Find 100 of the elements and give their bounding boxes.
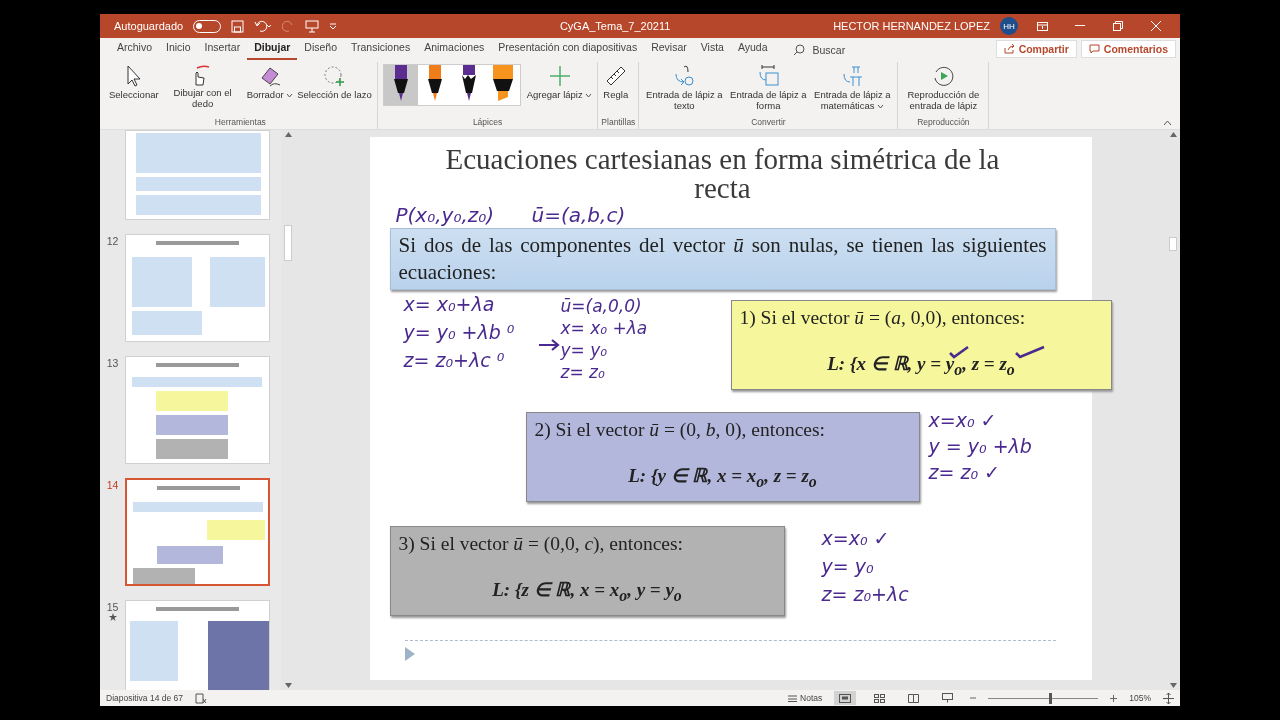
group-label: Reproducción bbox=[916, 117, 971, 129]
slide-number: 12 bbox=[106, 235, 119, 247]
user-name: HECTOR HERNANDEZ LOPEZ bbox=[833, 20, 990, 32]
handwritten-note: y = y₀ +λb bbox=[928, 434, 1032, 459]
ribbon-button[interactable]: Dibujar con el dedo bbox=[160, 62, 245, 109]
equation: L: {z ∈ ℝ, x = x$_{o}$, y = y$_{o}$ bbox=[492, 579, 682, 601]
ribbon-button[interactable]: Entrada de lápiz a texto bbox=[642, 62, 727, 111]
slide-number: 13 bbox=[106, 357, 119, 369]
undo-button[interactable] bbox=[254, 19, 273, 33]
ink-to-text-icon bbox=[672, 64, 697, 88]
handwritten-note: x=x₀ ✓ bbox=[821, 526, 890, 551]
grid-icon bbox=[873, 693, 885, 703]
scroll-thumb[interactable] bbox=[284, 225, 292, 261]
ribbon-button[interactable]: Reproducción de entrada de lápiz bbox=[901, 62, 986, 111]
close-icon bbox=[1151, 21, 1161, 31]
handwritten-note: ū=(a,0,0) bbox=[560, 295, 642, 317]
finger-icon bbox=[195, 64, 211, 86]
menu-tab[interactable]: Inicio bbox=[159, 39, 198, 60]
lasso-icon bbox=[322, 64, 347, 88]
ribbon-button[interactable]: Agregar lápiz bbox=[524, 62, 595, 100]
notes-button[interactable]: Notas bbox=[788, 691, 823, 705]
menu-tab[interactable]: Vista bbox=[693, 39, 731, 60]
presentation-icon bbox=[941, 693, 953, 703]
slide-thumbnail[interactable] bbox=[125, 478, 270, 586]
handwritten-note: y= y₀ bbox=[821, 554, 874, 579]
slide-number: 14 bbox=[106, 479, 119, 491]
equation: L: {x ∈ ℝ, y = y$_{o}$, z = z$_{o}$ bbox=[827, 353, 1015, 375]
handwritten-note: z= z₀ ✓ bbox=[928, 460, 1000, 485]
ink-to-shape-icon bbox=[756, 64, 781, 88]
normal-view-icon bbox=[839, 693, 852, 703]
zoom-in-icon[interactable] bbox=[1110, 694, 1118, 702]
zoom-percent[interactable]: 105% bbox=[1129, 693, 1151, 703]
ribbon-button[interactable]: Entrada de lápiz a forma bbox=[726, 62, 811, 111]
share-button[interactable]: Compartir bbox=[995, 40, 1077, 58]
document-title: CyGA_Tema_7_20211 bbox=[559, 20, 671, 32]
handwritten-note: y= y₀ +λb ⁰ bbox=[403, 320, 515, 345]
intro-text: Si dos de las componentes del vector ū son nulas, se tienen las siguientes ecuaciones: bbox=[389, 228, 1056, 290]
notes-icon bbox=[788, 694, 798, 702]
group-label: Herramientas bbox=[213, 117, 267, 129]
undo-icon bbox=[254, 19, 273, 33]
handwritten-note: y= y₀ bbox=[560, 339, 608, 361]
fit-slide-icon[interactable] bbox=[1163, 692, 1174, 704]
scroll-up-icon bbox=[1169, 132, 1177, 137]
case-heading: 2) Si el vector ū = (0, b, 0), entonces: bbox=[534, 419, 826, 441]
case-heading: 3) Si el vector ū = (0,0, c), entonces: bbox=[398, 533, 684, 555]
save-icon bbox=[231, 19, 245, 33]
dropdown-icon bbox=[329, 22, 338, 30]
plus-icon bbox=[547, 64, 572, 88]
comment-icon bbox=[1088, 44, 1100, 54]
group-label: Convertir bbox=[750, 117, 787, 129]
menu-tab[interactable]: Archivo bbox=[110, 39, 159, 60]
share-icon bbox=[1003, 44, 1015, 54]
menu-tab[interactable]: Revisar bbox=[644, 39, 694, 60]
handwritten-note: x= x₀+λa bbox=[403, 292, 495, 317]
check-icon bbox=[1013, 345, 1046, 359]
check-icon bbox=[947, 345, 970, 359]
minimize-icon bbox=[1075, 25, 1085, 27]
scroll-down-icon bbox=[284, 683, 292, 688]
case-heading: 1) Si el vector ū = (a, 0,0), entonces: bbox=[739, 307, 1027, 329]
user-avatar[interactable]: HH bbox=[1000, 17, 1018, 35]
ribbon-button[interactable]: Borrador bbox=[244, 62, 296, 100]
menu-tab[interactable]: Dibujar bbox=[247, 39, 298, 60]
zoom-thumb[interactable] bbox=[1048, 692, 1052, 704]
handwritten-note: z= z₀ bbox=[560, 361, 605, 383]
scroll-thumb[interactable] bbox=[1169, 237, 1177, 251]
menu-tab[interactable]: Diseño bbox=[297, 39, 344, 60]
scroll-up-icon bbox=[284, 132, 292, 137]
menu-tab[interactable]: Insertar bbox=[197, 39, 248, 60]
customize-button[interactable] bbox=[329, 22, 338, 30]
collapse-ribbon-icon[interactable] bbox=[1163, 120, 1172, 126]
slide-number: 15 bbox=[106, 601, 119, 613]
pen-gallery[interactable] bbox=[382, 64, 521, 106]
replay-icon bbox=[931, 64, 956, 88]
handwritten-note: ū=(a,b,c) bbox=[531, 204, 626, 226]
play-marker-icon bbox=[404, 647, 415, 661]
menu-tab[interactable]: Ayuda bbox=[730, 39, 775, 60]
ribbon-display-icon bbox=[1036, 21, 1048, 31]
slide-scrollbar[interactable] bbox=[1166, 130, 1180, 690]
handwritten-note: z= z₀+λc bbox=[821, 582, 909, 607]
group-label: Lápices bbox=[471, 117, 504, 129]
menu-tab[interactable]: Transiciones bbox=[344, 39, 418, 60]
pen-button[interactable] bbox=[383, 65, 418, 105]
menu-tab[interactable]: Presentación con diapositivas bbox=[491, 39, 645, 60]
handwritten-note: z= z₀+λc ⁰ bbox=[403, 348, 505, 373]
ribbon-button[interactable]: Seleccionar bbox=[107, 62, 161, 100]
handwritten-note: x=x₀ ✓ bbox=[928, 408, 997, 433]
comments-button[interactable]: Comentarios bbox=[1080, 40, 1176, 58]
book-icon bbox=[907, 693, 919, 703]
ribbon-button[interactable]: Entrada de lápiz a matemáticas bbox=[810, 62, 895, 111]
menu-tab[interactable]: Animaciones bbox=[417, 39, 492, 60]
ribbon-button[interactable]: Regla bbox=[601, 62, 631, 100]
equation: L: {y ∈ ℝ, x = x$_{o}$, z = z$_{o}$ bbox=[628, 465, 817, 487]
ribbon-button[interactable]: Selección de lazo bbox=[295, 62, 374, 100]
normal-view-button[interactable] bbox=[834, 691, 857, 705]
handwritten-note: x= x₀ +λa bbox=[560, 317, 648, 339]
scroll-down-icon bbox=[1169, 683, 1177, 688]
search-button[interactable]: Buscar bbox=[792, 44, 846, 60]
save-button[interactable] bbox=[231, 19, 245, 33]
group-label: Plantillas bbox=[601, 117, 636, 129]
present-button[interactable] bbox=[305, 19, 320, 33]
